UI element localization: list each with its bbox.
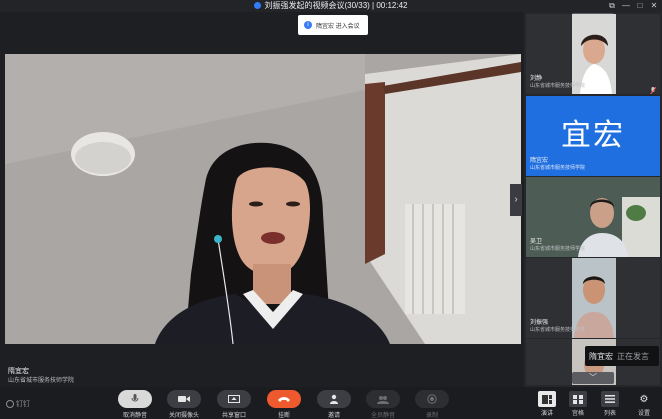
speaking-status: 正在发言 (617, 351, 649, 361)
join-notification-text: 隋宜宏 进入会议 (316, 23, 360, 30)
avatar: 宜宏 (561, 118, 625, 153)
meeting-toolbar: 钉钉 取消静音 关闭摄像头 共享窗口 挂断 邀请 全员静音 录制 演讲 宫格 列… (0, 387, 662, 419)
title-bar: 刘振强发起的视频会议(30/33) | 00:12:42 ⧉ — □ ✕ (0, 0, 662, 12)
hang-up-icon (278, 397, 290, 402)
record-button[interactable]: 录制 (414, 390, 450, 419)
participant-org: 山东省城市服务技师学院 (530, 165, 586, 171)
add-person-icon (330, 394, 338, 404)
unmute-button[interactable]: 取消静音 (117, 390, 153, 419)
participant-org: 山东省城市服务技师学院 (530, 246, 586, 252)
participant-tile[interactable]: 刘静 山东省城市服务技师学院 (526, 14, 660, 94)
lock-icon (254, 2, 262, 9)
speaker-view-label: 演讲 (540, 411, 553, 417)
speaking-indicator: 隋宜宏 正在发言 (585, 346, 659, 366)
participant-name: 刘静 (530, 76, 543, 82)
muted-mic-icon (650, 82, 657, 94)
main-speaker-org: 山东省城市服务技师学院 (8, 378, 75, 384)
grid-view-icon (573, 394, 583, 404)
chevron-down-icon: ﹀ (589, 373, 597, 382)
maximize-icon[interactable]: □ (636, 0, 644, 12)
share-window-button[interactable]: 共享窗口 (216, 390, 252, 419)
participant-name: 隋宜宏 (530, 158, 549, 164)
participant-tile[interactable]: 吴卫 山东省城市服务技师学院 (526, 177, 660, 257)
share-window-label: 共享窗口 (221, 413, 246, 419)
participant-tile[interactable]: 刘振强 山东省城市服务技师学院 (526, 258, 660, 338)
hang-up-button[interactable]: 挂断 (266, 390, 302, 419)
speaker-view-icon (542, 394, 552, 404)
restore-icon[interactable]: ⧉ (608, 0, 616, 12)
speaker-video-frame (5, 54, 521, 344)
list-label: 列表 (603, 411, 616, 417)
close-icon[interactable]: ✕ (650, 0, 658, 12)
grid-view-button[interactable]: 宫格 (564, 391, 592, 417)
participant-org: 山东省城市服务技师学院 (530, 83, 586, 89)
mute-all-label: 全员静音 (370, 413, 395, 419)
minimize-icon[interactable]: — (622, 0, 630, 12)
app-logo-text: 钉钉 (16, 401, 30, 408)
dingtalk-logo-icon (6, 400, 14, 408)
participant-tile[interactable]: 宜宏 隋宜宏 山东省城市服务技师学院 (526, 96, 660, 176)
speaker-view-button[interactable]: 演讲 (533, 391, 561, 417)
info-icon: i (304, 21, 312, 29)
settings-button[interactable]: ⚙ 设置 (630, 391, 658, 418)
invite-button[interactable]: 邀请 (316, 390, 352, 419)
main-video[interactable] (5, 54, 521, 344)
app-logo: 钉钉 (6, 399, 30, 409)
record-icon (427, 394, 437, 404)
participant-name: 刘振强 (530, 320, 549, 326)
mute-all-button[interactable]: 全员静音 (365, 390, 401, 419)
participant-name: 吴卫 (530, 239, 543, 245)
hang-up-label: 挂断 (277, 413, 290, 419)
camera-off-button[interactable]: 关闭摄像头 (166, 390, 202, 419)
join-notification: i 隋宜宏 进入会议 (298, 15, 368, 35)
mute-all-icon (377, 395, 389, 404)
list-icon (605, 395, 615, 403)
window-controls: ⧉ — □ ✕ (608, 0, 658, 12)
window-title: 刘振强发起的视频会议(30/33) | 00:12:42 (0, 0, 662, 12)
collapse-sidebar-button[interactable]: › (510, 184, 522, 216)
participant-org: 山东省城市服务技师学院 (530, 327, 586, 333)
chevron-right-icon: › (514, 194, 518, 205)
record-label: 录制 (425, 413, 438, 419)
unmute-label: 取消静音 (122, 413, 147, 419)
screen-share-icon (228, 394, 240, 403)
grid-view-label: 宫格 (571, 411, 584, 417)
gear-icon: ⚙ (639, 393, 649, 405)
list-button[interactable]: 列表 (596, 391, 624, 417)
scroll-down-button[interactable]: ﹀ (572, 372, 614, 384)
camera-off-label: 关闭摄像头 (168, 413, 199, 419)
settings-label: 设置 (637, 411, 650, 417)
microphone-icon (131, 394, 139, 402)
window-title-text: 刘振强发起的视频会议(30/33) | 00:12:42 (264, 1, 408, 10)
camera-icon (178, 396, 190, 402)
speaking-name: 隋宜宏 (589, 351, 613, 361)
invite-label: 邀请 (327, 413, 340, 419)
